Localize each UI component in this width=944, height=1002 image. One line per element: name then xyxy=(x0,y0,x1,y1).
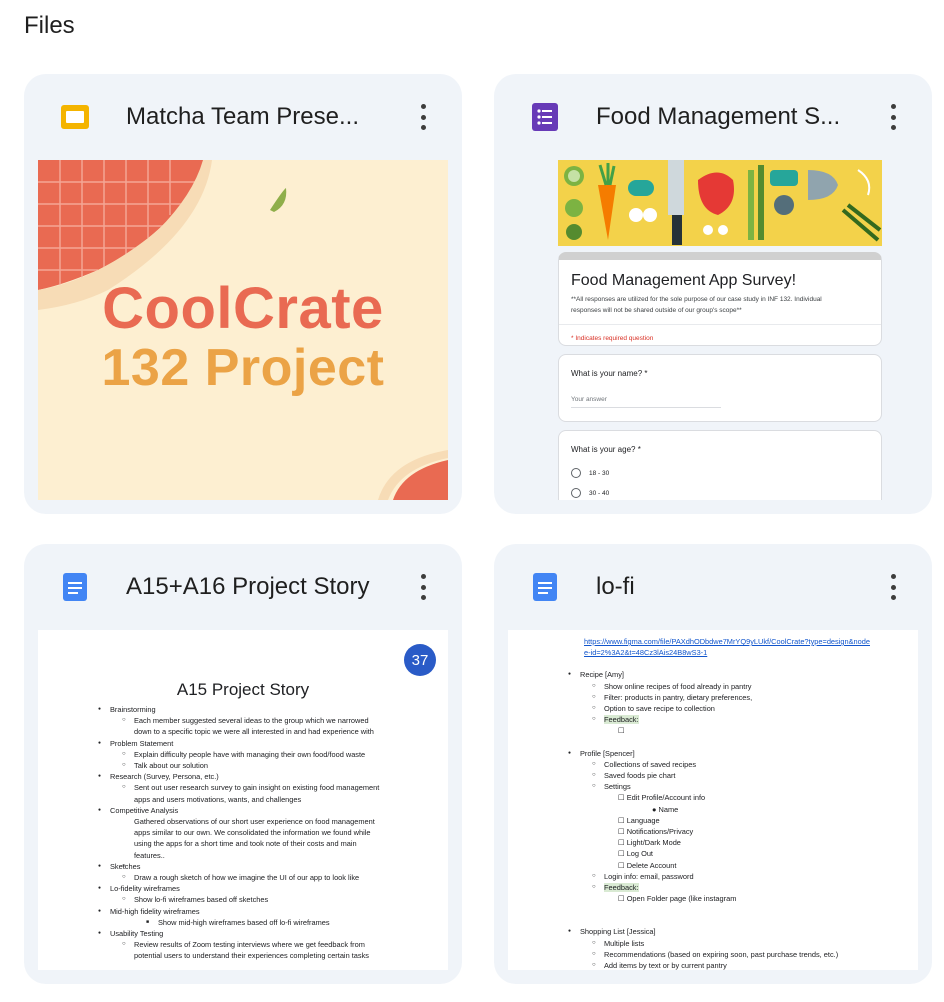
comment-count-badge: 37 xyxy=(404,644,436,676)
answer-placeholder: Your answer xyxy=(571,378,721,408)
more-options-icon[interactable] xyxy=(408,570,438,604)
file-card-food-survey[interactable]: Food Management S... Food Management App… xyxy=(494,74,932,514)
file-name[interactable]: lo-fi xyxy=(596,572,856,602)
question-label: What is your age? * xyxy=(571,445,641,454)
slide-title-line1: CoolCrate xyxy=(102,276,384,341)
more-options-icon[interactable] xyxy=(878,570,908,604)
file-thumbnail[interactable]: CoolCrate 132 Project xyxy=(38,160,448,500)
section-title: Files xyxy=(24,12,75,39)
slide-title-line2: 132 Project xyxy=(101,339,385,397)
question-card: What is your age? * 18 - 30 30 - 40 xyxy=(558,430,882,500)
more-options-icon[interactable] xyxy=(408,100,438,134)
figma-link: e-id=2%3A2&t=48Cz3lAis24B8wS3-1 xyxy=(584,648,708,658)
file-card-header: lo-fi xyxy=(494,544,932,630)
doc-content: https://www.figma.com/file/PAXdhODbdwe7M… xyxy=(508,636,918,970)
form-banner xyxy=(558,160,882,246)
forms-icon xyxy=(532,103,558,131)
file-card-project-story[interactable]: A15+A16 Project Story 37 A15 Project Sto… xyxy=(24,544,462,984)
file-card-header: A15+A16 Project Story xyxy=(24,544,462,630)
docs-icon xyxy=(533,573,557,601)
file-name[interactable]: Food Management S... xyxy=(596,102,856,132)
file-thumbnail[interactable]: 37 A15 Project Story Brainstorming Each … xyxy=(38,630,448,970)
form-title: Food Management App Survey! xyxy=(571,272,797,289)
file-card-header: Food Management S... xyxy=(494,74,932,160)
radio-option: 18 - 30 xyxy=(559,454,881,478)
figma-link: https://www.figma.com/file/PAXdhODbdwe7M… xyxy=(584,637,870,646)
required-note: * Indicates required question xyxy=(559,324,881,352)
form-note: responses will not be shared outside of … xyxy=(571,307,742,314)
slides-icon xyxy=(61,105,89,129)
radio-icon xyxy=(571,488,581,498)
file-name[interactable]: A15+A16 Project Story xyxy=(126,572,386,602)
doc-heading: A15 Project Story xyxy=(176,680,310,699)
question-card: What is your name? * Your answer xyxy=(558,354,882,422)
file-thumbnail[interactable]: https://www.figma.com/file/PAXdhODbdwe7M… xyxy=(508,630,918,970)
more-options-icon[interactable] xyxy=(878,100,908,134)
form-note: **All responses are utilized for the sol… xyxy=(571,296,822,303)
vegetables-illustration xyxy=(564,160,882,245)
file-name[interactable]: Matcha Team Prese... xyxy=(126,102,386,132)
file-thumbnail[interactable]: Food Management App Survey! **All respon… xyxy=(508,160,918,500)
radio-icon xyxy=(571,468,581,478)
file-card-matcha[interactable]: Matcha Team Prese... CoolCrate 132 Proje… xyxy=(24,74,462,514)
form-header-card: Food Management App Survey! **All respon… xyxy=(558,252,882,346)
file-card-header: Matcha Team Prese... xyxy=(24,74,462,160)
radio-option: 30 - 40 xyxy=(559,478,881,498)
docs-icon xyxy=(63,573,87,601)
question-label: What is your name? * xyxy=(571,369,648,378)
file-card-lo-fi[interactable]: lo-fi https://www.figma.com/file/PAXdhOD… xyxy=(494,544,932,984)
doc-content: Brainstorming Each member suggested seve… xyxy=(38,704,379,962)
